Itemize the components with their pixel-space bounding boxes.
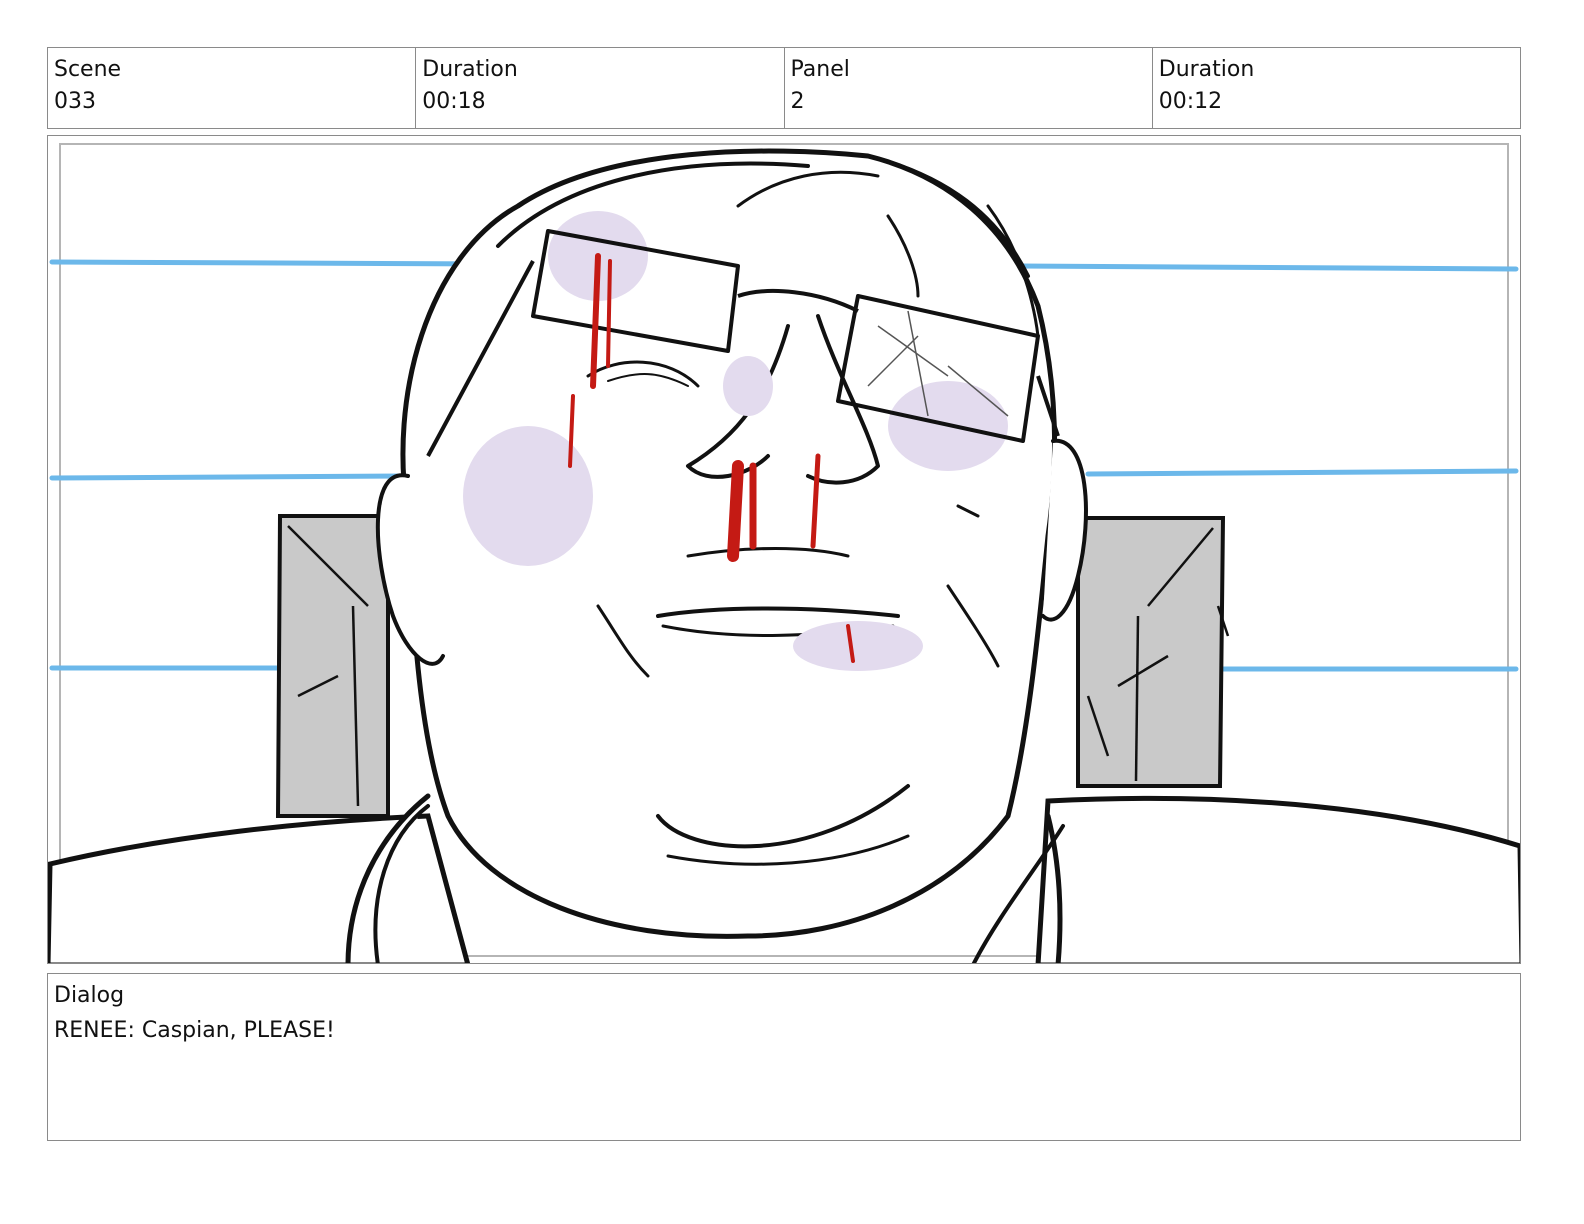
panel-number: 2	[790, 89, 805, 114]
panel-label: Panel	[790, 57, 850, 82]
dialog-label: Dialog	[54, 983, 125, 1008]
scene-cell: Scene 033	[48, 48, 417, 128]
dialog-text: RENEE: Caspian, PLEASE!	[54, 1018, 335, 1043]
panel-duration-value: 00:12	[1158, 89, 1223, 114]
storyboard-sketch	[48, 143, 1520, 963]
scene-number: 033	[54, 89, 96, 114]
scene-duration-label: Duration	[422, 57, 518, 82]
storyboard-panel	[47, 135, 1521, 964]
panel-info-header: Scene 033 Duration 00:18 Panel 2 Duratio…	[47, 47, 1521, 129]
scene-duration-cell: Duration 00:18	[416, 48, 785, 128]
panel-duration-label: Duration	[1158, 57, 1255, 82]
dialog-box: Dialog RENEE: Caspian, PLEASE!	[47, 973, 1521, 1141]
panel-cell: Panel 2	[785, 48, 1153, 128]
scene-duration-value: 00:18	[422, 89, 486, 114]
panel-duration-cell: Duration 00:12	[1153, 48, 1520, 128]
scene-label: Scene	[54, 57, 122, 82]
